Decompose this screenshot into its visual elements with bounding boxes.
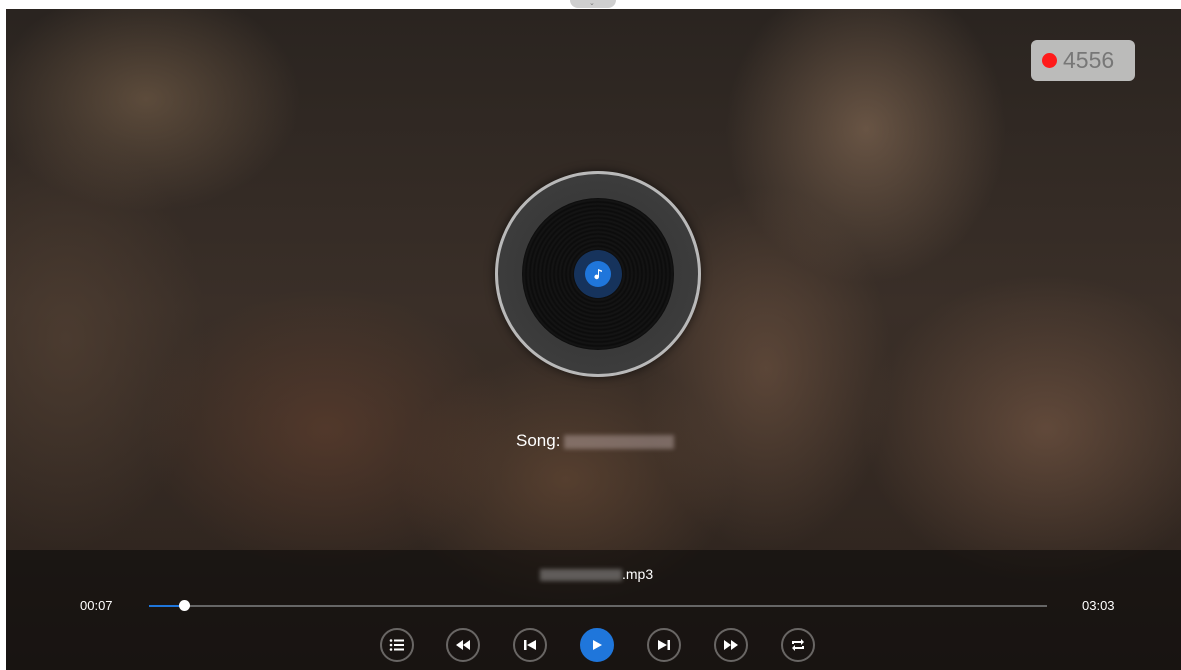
next-icon — [657, 639, 671, 651]
next-button[interactable] — [647, 628, 681, 662]
chevron-down-icon: ⌄ — [589, 0, 595, 7]
recording-badge: 4556 — [1031, 40, 1135, 81]
progress-thumb[interactable] — [179, 600, 191, 611]
vinyl-record — [522, 198, 674, 350]
total-time: 03:03 — [1082, 598, 1115, 613]
disc-label — [574, 250, 622, 298]
song-label: Song: — [516, 431, 561, 450]
elapsed-time: 00:07 — [80, 598, 113, 613]
file-extension: .mp3 — [622, 566, 654, 582]
music-note-icon — [585, 261, 611, 287]
file-name-redacted — [540, 569, 622, 582]
previous-button[interactable] — [513, 628, 547, 662]
control-bar: .mp3 00:07 03:03 — [6, 550, 1181, 670]
top-pull-handle[interactable]: ⌄ — [570, 0, 616, 8]
rewind-icon — [455, 639, 471, 651]
progress-bar[interactable] — [149, 600, 1047, 611]
previous-icon — [523, 639, 537, 651]
rewind-button[interactable] — [446, 628, 480, 662]
song-name-redacted — [564, 434, 675, 449]
fast-forward-icon — [723, 639, 739, 651]
fast-forward-button[interactable] — [714, 628, 748, 662]
playlist-button[interactable] — [380, 628, 414, 662]
repeat-icon — [790, 638, 806, 652]
repeat-button[interactable] — [781, 628, 815, 662]
player-background: 4556 Song: .mp3 00:07 03:03 — [6, 9, 1181, 670]
song-title: Song: — [516, 431, 675, 451]
play-icon — [591, 639, 603, 651]
recording-count: 4556 — [1063, 47, 1115, 73]
playlist-icon — [389, 638, 405, 652]
play-button[interactable] — [580, 628, 614, 662]
file-name: .mp3 — [540, 566, 653, 582]
record-dot-icon — [1042, 53, 1057, 68]
album-disc — [495, 171, 701, 377]
